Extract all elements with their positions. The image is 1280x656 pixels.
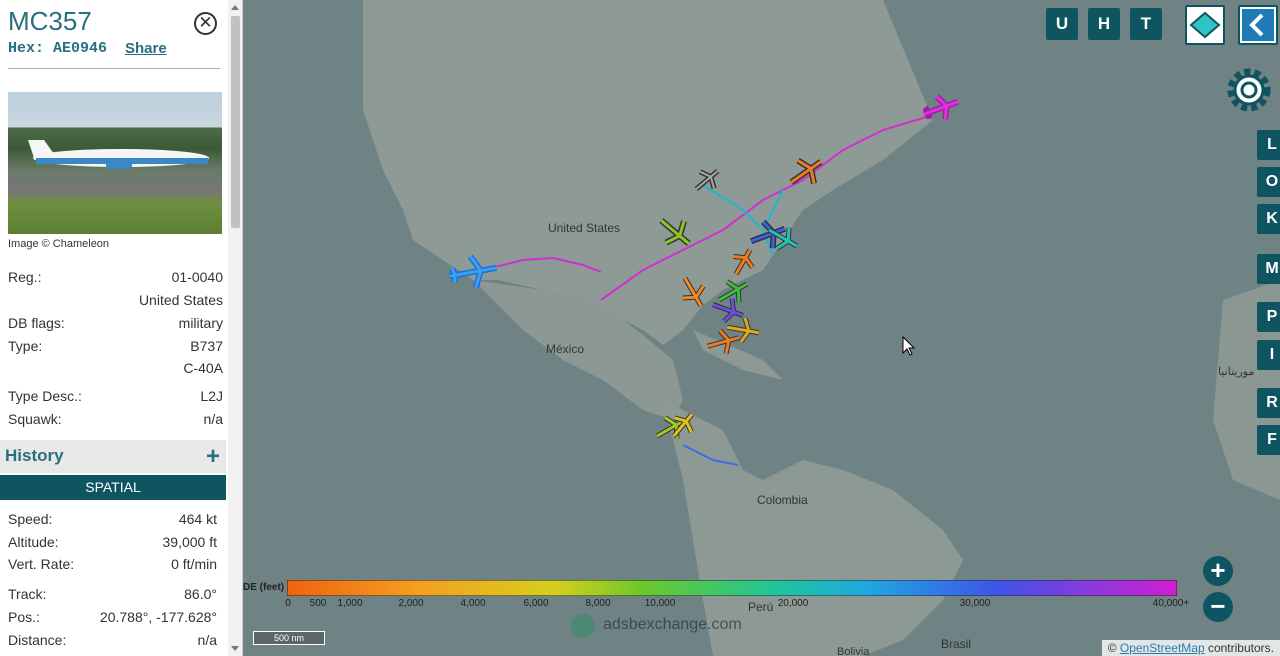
scrollbar-thumb[interactable]	[231, 16, 240, 228]
aircraft-marker-blue	[750, 219, 786, 249]
legend-tick-0: 0	[285, 598, 291, 609]
map-label-mexico: México	[546, 342, 585, 356]
legend-tick-3: 2,000	[398, 598, 424, 609]
legend-tick-1: 500	[309, 598, 327, 609]
toggle-p-button[interactable]: P	[1257, 302, 1280, 332]
toggle-t-button[interactable]: T	[1130, 8, 1162, 40]
aircraft-marker-purple	[712, 298, 744, 324]
map-label-us: United States	[548, 221, 621, 235]
spatial-section-header: SPATIAL	[0, 475, 226, 500]
toggle-i-button[interactable]: I	[1257, 340, 1280, 370]
toggle-h-button[interactable]: H	[1088, 8, 1120, 40]
chevron-left-icon	[1242, 9, 1274, 41]
toggle-k-button[interactable]: K	[1257, 204, 1280, 234]
collapse-sidebar-button[interactable]	[1238, 5, 1278, 45]
aircraft-info-panel: MC357 Hex: AE0946 Share ✕ Image © Chamel…	[0, 0, 243, 656]
aircraft-marker-orange-1	[789, 157, 823, 185]
legend-tick-9: 30,000	[959, 598, 991, 609]
photo-credit: Image © Chameleon	[8, 238, 110, 250]
hex-label: Hex:	[8, 40, 45, 57]
legend-tick-8: 20,000	[777, 598, 809, 609]
aircraft-marker-green-1	[659, 218, 691, 246]
map-label-brasil: Brasil	[941, 637, 972, 651]
history-title: History	[5, 446, 64, 465]
map-label-africa: موريتانيا	[1218, 366, 1255, 378]
aircraft-marker-selected	[448, 254, 498, 289]
scroll-up-arrow[interactable]	[231, 5, 239, 10]
aircraft-markers	[448, 94, 959, 439]
share-link[interactable]: Share	[125, 40, 167, 57]
watermark: adsbexchange.com	[603, 616, 742, 633]
map-view[interactable]: United States México Colombia Perú Brasi…	[243, 0, 1280, 656]
close-button[interactable]: ✕	[194, 12, 217, 35]
legend-tick-7: 10,000	[644, 598, 676, 609]
aircraft-photo-plane	[28, 140, 209, 169]
aircraft-marker-orange-3	[682, 276, 706, 308]
toggle-f-button[interactable]: F	[1257, 425, 1280, 455]
layers-button[interactable]	[1185, 5, 1225, 45]
toggle-u-button[interactable]: U	[1046, 8, 1078, 40]
legend-tick-6: 8,000	[585, 598, 611, 609]
hex-code: AE0946	[53, 40, 108, 57]
scroll-down-arrow[interactable]	[231, 646, 239, 651]
hex-line: Hex: AE0946	[8, 40, 107, 57]
history-section-header[interactable]: History +	[0, 440, 226, 473]
aircraft-marker-yellow	[672, 412, 694, 438]
aircraft-photo	[8, 92, 222, 234]
toggle-o-button[interactable]: O	[1257, 167, 1280, 197]
mouse-cursor	[902, 335, 916, 356]
legend-tick-5: 6,000	[523, 598, 549, 609]
sidebar-scrollbar[interactable]	[228, 0, 242, 656]
aircraft-marker-orange-2	[733, 248, 755, 276]
zoom-in-button[interactable]: +	[1203, 556, 1233, 586]
aircraft-marker-yellowgreen	[655, 415, 687, 439]
map-attribution: © OpenStreetMap contributors.	[1101, 640, 1280, 656]
settings-button[interactable]	[1221, 62, 1277, 118]
aircraft-marker-gray	[694, 169, 720, 191]
aircraft-callsign: MC357	[8, 6, 92, 36]
zoom-out-button[interactable]: −	[1203, 592, 1233, 622]
openstreetmap-link[interactable]: OpenStreetMap	[1120, 641, 1205, 655]
legend-tick-10: 40,000+	[1152, 598, 1190, 609]
legend-tick-2: 1,000	[337, 598, 363, 609]
adsbexchange-logo-icon	[571, 614, 595, 638]
aircraft-marker-magenta	[922, 94, 959, 120]
toggle-l-button[interactable]: L	[1257, 130, 1280, 160]
toggle-r-button[interactable]: R	[1257, 388, 1280, 418]
layers-icon	[1189, 11, 1221, 39]
altitude-legend: DE (feet) 0 500 1,000 2,000 4,000 6,000 8,000 1…	[243, 578, 1189, 618]
expand-history-button[interactable]: +	[206, 443, 220, 471]
toggle-m-button[interactable]: M	[1257, 254, 1280, 284]
divider	[8, 68, 220, 69]
map-label-colombia: Colombia	[757, 493, 808, 507]
legend-color-bar	[287, 580, 1177, 596]
scale-bar: 500 nm	[253, 631, 325, 645]
legend-tick-4: 4,000	[460, 598, 486, 609]
gear-icon	[1227, 68, 1271, 112]
map-label-bolivia: Bolivia	[837, 646, 870, 656]
legend-unit-label: DE (feet)	[243, 582, 285, 593]
